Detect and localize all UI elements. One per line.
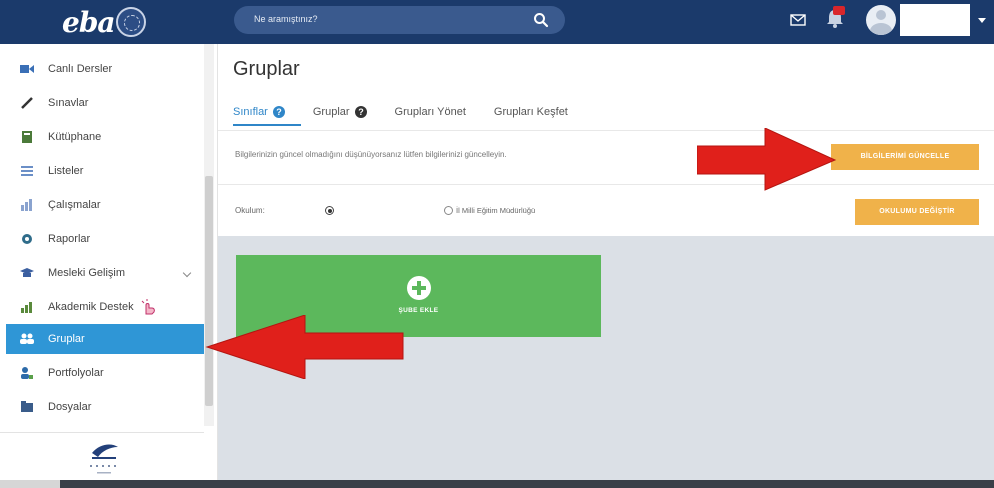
- help-icon[interactable]: ?: [272, 106, 285, 118]
- eba-logo[interactable]: eba: [62, 6, 116, 39]
- tab-gruplari-kesfet[interactable]: Grupları Keşfet: [494, 102, 568, 122]
- sidebar-item-dosyalar[interactable]: Dosyalar: [6, 392, 204, 422]
- school-radio-selected[interactable]: [325, 206, 334, 215]
- change-school-button[interactable]: OKULUMU DEĞİŞTİR: [855, 199, 979, 225]
- sidebar-item-listeler[interactable]: Listeler: [6, 156, 204, 186]
- help-icon[interactable]: ?: [354, 106, 367, 118]
- users-icon: [20, 332, 34, 346]
- tab-label: Grupları Keşfet: [493, 106, 568, 118]
- sidebar-item-raporlar[interactable]: Raporlar: [6, 224, 204, 254]
- sidebar-item-akademik-destek[interactable]: Akademik Destek: [6, 292, 204, 322]
- school-label: Okulum:: [235, 206, 265, 215]
- partner-logo-icon: [90, 444, 118, 474]
- active-tab-indicator: [233, 124, 301, 126]
- tab-label: Gruplar: [312, 106, 350, 118]
- search-icon[interactable]: [533, 12, 549, 28]
- ministry-seal-icon: [116, 7, 146, 37]
- folder-icon: [20, 400, 34, 414]
- bar-chart-icon: [20, 300, 34, 314]
- sidebar-item-label: Gruplar: [48, 333, 85, 345]
- top-navigation-bar: eba Ne aramıştınız?: [0, 0, 994, 44]
- sidebar-item-canli-dersler[interactable]: Canlı Dersler: [6, 54, 204, 84]
- divider: [218, 184, 994, 185]
- directorate-radio-label: İl Milli Eğitim Müdürlüğü: [456, 206, 536, 215]
- annotation-arrow-left: [205, 315, 404, 379]
- video-camera-icon: [20, 62, 34, 76]
- user-folder-icon: [20, 366, 34, 380]
- divider: [218, 130, 994, 131]
- user-name-box[interactable]: [900, 4, 970, 36]
- sidebar-item-label: Akademik Destek: [48, 301, 134, 313]
- sidebar-item-label: Çalışmalar: [48, 199, 101, 211]
- chevron-down-icon[interactable]: [978, 18, 986, 23]
- list-icon: [20, 164, 34, 178]
- tab-gruplari-yonet[interactable]: Grupları Yönet: [395, 102, 466, 122]
- bottom-strip: [0, 480, 994, 488]
- tab-siniflar[interactable]: Sınıflar ?: [233, 102, 285, 122]
- pointer-hand-icon: [140, 298, 158, 316]
- notification-bell-icon[interactable]: [824, 6, 846, 30]
- sidebar-item-mesleki-gelisim[interactable]: Mesleki Gelişim: [6, 258, 204, 288]
- sidebar-item-gruplar[interactable]: Gruplar: [6, 324, 204, 354]
- annotation-arrow-right: [697, 128, 837, 191]
- update-info-button[interactable]: BİLGİLERİMİ GÜNCELLE: [831, 144, 979, 170]
- sidebar-item-kutuphane[interactable]: Kütüphane: [6, 122, 204, 152]
- sidebar-item-calismalar[interactable]: Çalışmalar: [6, 190, 204, 220]
- sidebar-item-label: Dosyalar: [48, 401, 92, 413]
- user-avatar[interactable]: [866, 5, 896, 35]
- search-input[interactable]: Ne aramıştınız?: [234, 6, 565, 34]
- main-content: Gruplar Sınıflar ? Gruplar ? Grupları Yö…: [218, 44, 994, 488]
- tab-bar: Sınıflar ? Gruplar ? Grupları Yönet Grup…: [233, 102, 596, 122]
- sidebar-item-sinavlar[interactable]: Sınavlar: [6, 88, 204, 118]
- tab-gruplar[interactable]: Gruplar ?: [313, 102, 367, 122]
- sidebar-item-label: Canlı Dersler: [48, 63, 113, 75]
- book-icon: [20, 130, 34, 144]
- gear-icon: [20, 232, 34, 246]
- sidebar-item-label: Kütüphane: [48, 131, 102, 143]
- directorate-radio[interactable]: [444, 206, 453, 215]
- pencil-icon: [20, 96, 34, 110]
- tab-label: Sınıflar: [233, 106, 268, 118]
- mail-icon[interactable]: [790, 14, 806, 26]
- svg-text:?: ?: [276, 107, 282, 117]
- graduation-cap-icon: [20, 266, 34, 280]
- sidebar: Canlı Dersler Sınavlar Kütüphane Listele…: [0, 44, 218, 488]
- sidebar-item-label: Sınavlar: [48, 97, 89, 109]
- bottom-strip-left: [0, 480, 60, 488]
- chart-icon: [20, 198, 34, 212]
- chevron-down-icon[interactable]: [182, 268, 192, 278]
- sidebar-item-label: Raporlar: [48, 233, 91, 245]
- plus-circle-icon: [407, 276, 431, 300]
- tab-label: Grupları Yönet: [394, 106, 466, 118]
- svg-text:?: ?: [358, 107, 364, 117]
- sidebar-item-label: Mesleki Gelişim: [48, 267, 126, 279]
- search-placeholder: Ne aramıştınız?: [254, 14, 318, 24]
- info-message: Bilgilerinizin güncel olmadığını düşünüy…: [235, 150, 507, 159]
- sidebar-item-label: Portfolyolar: [48, 367, 104, 379]
- add-branch-label: ŞUBE EKLE: [398, 307, 439, 314]
- sidebar-item-label: Listeler: [48, 165, 84, 177]
- sidebar-item-portfolyolar[interactable]: Portfolyolar: [6, 358, 204, 388]
- page-title: Gruplar: [233, 58, 300, 80]
